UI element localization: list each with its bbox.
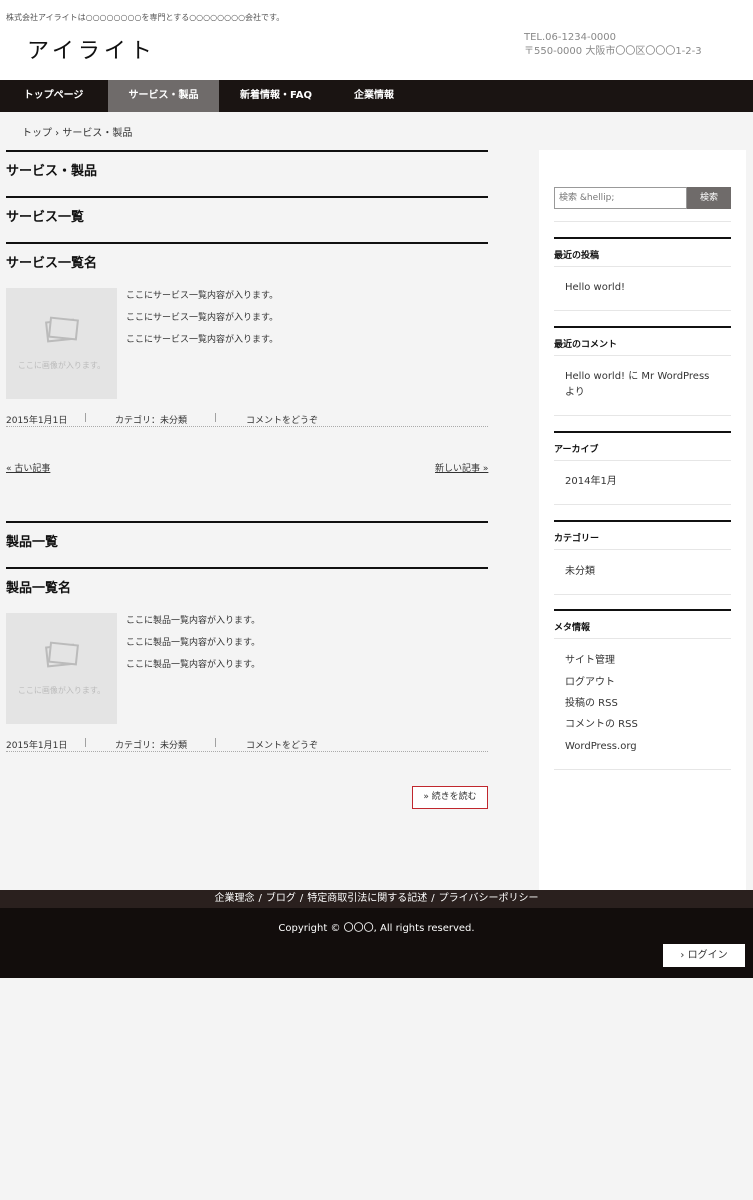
post-meta-service: 2015年1月1日 | カテゴリ：未分類 | コメントをどうぞ [6, 413, 488, 427]
post-date: 2015年1月1日 [6, 416, 68, 426]
site-header: 株式会社アイライトは○○○○○○○○を専門とする○○○○○○○○会社です。 アイ… [0, 0, 753, 80]
contact-info: TEL.06-1234-0000 〒550-0000 大阪市〇〇区〇〇〇1-2-… [524, 31, 702, 59]
footer-separator: / [258, 893, 262, 904]
post-title-service-text[interactable]: サービス一覧名 [6, 252, 97, 271]
footer-link-blog[interactable]: ブログ [266, 893, 296, 904]
widget-title-text: 最近の投稿 [554, 251, 600, 261]
nav-item-services[interactable]: サービス・製品 [108, 80, 219, 112]
post-text-line: ここにサービス一覧内容が入ります。 [126, 291, 279, 301]
widget-title-recent-posts: 最近の投稿 [554, 237, 731, 267]
divider [554, 769, 731, 770]
read-more-button[interactable]: » 続きを読む [412, 786, 488, 809]
search-button[interactable]: 検索 [687, 187, 731, 209]
breadcrumb[interactable]: トップ › サービス・製品 [22, 124, 132, 139]
widget-title-text: 最近のコメント [554, 340, 618, 350]
widget-title-text: アーカイブ [554, 445, 599, 455]
meta-separator: | [84, 413, 88, 423]
contact-address: 〒550-0000 大阪市〇〇区〇〇〇1-2-3 [524, 46, 702, 57]
section-title-products: 製品一覧 [6, 521, 488, 553]
site-footer: Copyright © 〇〇〇, All rights reserved. › … [0, 908, 753, 978]
post-meta-product: 2015年1月1日 | カテゴリ：未分類 | コメントをどうぞ [6, 738, 488, 752]
divider [554, 310, 731, 311]
contact-tel: TEL.06-1234-0000 [524, 32, 617, 43]
search-input[interactable]: 検索 &hellip; [554, 187, 687, 209]
meta-link-wordpress-org[interactable]: WordPress.org [565, 739, 637, 755]
footer-separator: / [431, 893, 435, 904]
post-text-line: ここに製品一覧内容が入ります。 [126, 616, 261, 626]
divider [554, 415, 731, 416]
copyright: Copyright © 〇〇〇, All rights reserved. [278, 923, 475, 934]
recent-post-link[interactable]: Hello world! [565, 280, 625, 296]
site-tagline: 株式会社アイライトは○○○○○○○○を専門とする○○○○○○○○会社です。 [6, 13, 285, 22]
post-title-product: 製品一覧名 [6, 567, 488, 599]
widget-title-recent-comments: 最近のコメント [554, 326, 731, 356]
footer-link-privacy[interactable]: プライバシーポリシー [439, 893, 539, 904]
post-text-line: ここに製品一覧内容が入ります。 [126, 660, 261, 670]
divider [554, 594, 731, 595]
post-title-product-text[interactable]: 製品一覧名 [6, 577, 71, 596]
meta-separator: | [84, 738, 88, 748]
widget-title-text: カテゴリー [554, 534, 600, 544]
page-title-text: サービス・製品 [6, 164, 98, 179]
widget-title-categories: カテゴリー [554, 520, 731, 550]
older-posts-link[interactable]: « 古い記事 [6, 461, 50, 474]
meta-separator: | [214, 413, 218, 423]
nav-item-company[interactable]: 企業情報 [331, 80, 417, 112]
category-link[interactable]: 未分類 [565, 564, 595, 580]
archive-link[interactable]: 2014年1月 [565, 474, 617, 490]
widget-title-text: メタ情報 [554, 623, 591, 633]
page-title: サービス・製品 [6, 150, 488, 182]
meta-link-logout[interactable]: ログアウト [565, 675, 615, 691]
meta-separator: | [214, 738, 218, 748]
newer-posts-link[interactable]: 新しい記事 » [435, 461, 488, 474]
divider [554, 504, 731, 505]
post-comment-link[interactable]: コメントをどうぞ [246, 738, 318, 751]
footer-separator: / [299, 893, 304, 904]
global-nav: トップページ サービス・製品 新着情報・FAQ 企業情報 [0, 80, 753, 112]
nav-item-news[interactable]: 新着情報・FAQ [221, 80, 331, 112]
post-text-line: ここに製品一覧内容が入ります。 [126, 638, 261, 648]
meta-link-comments-rss[interactable]: コメントの RSS [565, 717, 638, 733]
widget-title-meta: メタ情報 [554, 609, 731, 639]
meta-link-posts-rss[interactable]: 投稿の RSS [565, 696, 618, 712]
section-title-services-text: サービス一覧 [6, 210, 85, 225]
site-logo[interactable]: アイライト [27, 33, 156, 65]
login-button[interactable]: › ログイン [663, 944, 745, 967]
nav-item-top[interactable]: トップページ [0, 80, 107, 112]
post-category[interactable]: カテゴリ：未分類 [115, 413, 187, 426]
post-date: 2015年1月1日 [6, 741, 68, 751]
post-comment-link[interactable]: コメントをどうぞ [246, 413, 318, 426]
post-text-line: ここにサービス一覧内容が入ります。 [126, 335, 279, 345]
image-placeholder-icon [45, 316, 79, 343]
recent-comment-author: より [565, 387, 585, 398]
post-thumbnail-service[interactable]: ここに画像が入ります。 [6, 288, 117, 399]
footer-link-commerce-law[interactable]: 特定商取引法に関する記述 [307, 893, 427, 904]
recent-comment-link[interactable]: Hello world! に Mr WordPress [565, 369, 709, 385]
sidebar: 検索 &hellip; 検索 最近の投稿 Hello world! 最近のコメン… [539, 150, 746, 890]
section-title-services: サービス一覧 [6, 196, 488, 228]
post-category[interactable]: カテゴリ：未分類 [115, 738, 187, 751]
widget-title-archives: アーカイブ [554, 431, 731, 461]
image-placeholder-icon [45, 641, 79, 668]
section-title-products-text: 製品一覧 [6, 535, 59, 550]
image-placeholder-caption: ここに画像が入ります。 [17, 686, 106, 695]
divider [554, 221, 731, 222]
image-placeholder-caption: ここに画像が入ります。 [17, 361, 106, 370]
post-title-service: サービス一覧名 [6, 242, 488, 274]
footer-nav: 企業理念 / ブログ / 特定商取引法に関する記述 / プライバシーポリシー [0, 890, 753, 908]
meta-link-site-admin[interactable]: サイト管理 [565, 653, 615, 669]
post-text-line: ここにサービス一覧内容が入ります。 [126, 313, 279, 323]
post-thumbnail-product[interactable]: ここに画像が入ります。 [6, 613, 117, 724]
footer-link-philosophy[interactable]: 企業理念 [215, 893, 255, 904]
